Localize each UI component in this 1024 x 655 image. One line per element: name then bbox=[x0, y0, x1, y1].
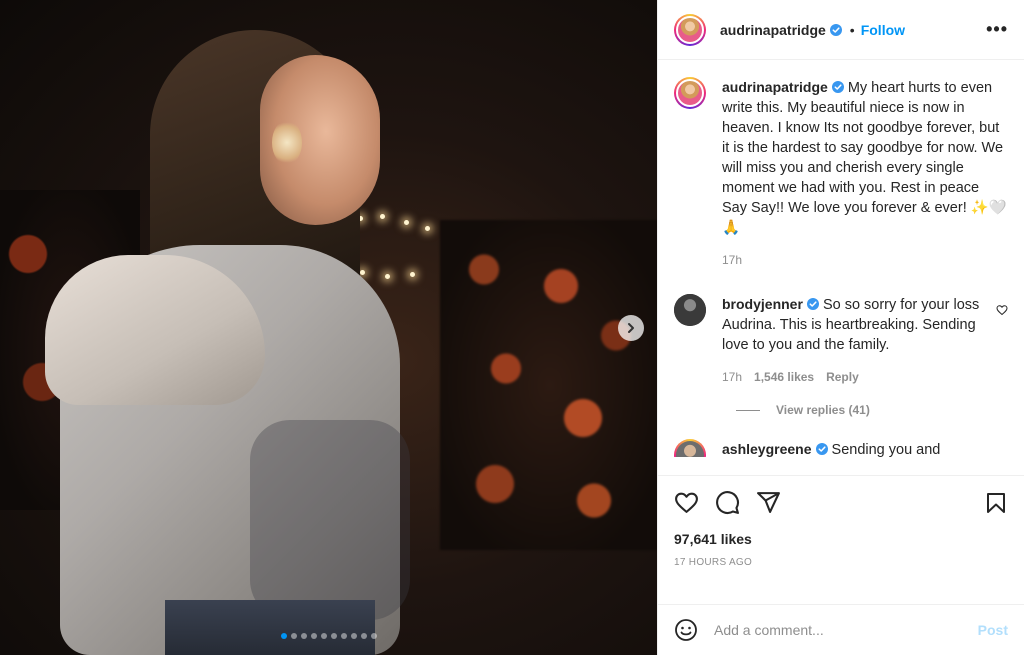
bookmark-icon bbox=[987, 492, 1005, 513]
carousel-dot bbox=[360, 633, 367, 639]
post-actions: 97,641 likes 17 HOURS AGO bbox=[658, 475, 1024, 568]
emoji-button[interactable] bbox=[674, 618, 698, 642]
carousel-dot bbox=[280, 633, 287, 639]
post-side-panel: audrinapatridge • Follow ••• audrinapatr… bbox=[657, 0, 1024, 655]
verified-badge-icon bbox=[806, 298, 819, 310]
commenter-avatar[interactable] bbox=[674, 439, 706, 457]
comment-button[interactable] bbox=[715, 490, 740, 515]
comment-item: ashleygreene Sending you and bbox=[674, 437, 1008, 457]
view-replies-label: View replies (41) bbox=[776, 403, 870, 417]
caption: audrinapatridge My heart hurts to even w… bbox=[674, 77, 1008, 270]
carousel-indicator bbox=[0, 633, 657, 639]
caption-author-avatar[interactable] bbox=[674, 77, 706, 109]
verified-badge-icon bbox=[831, 81, 844, 93]
post-header: audrinapatridge • Follow ••• bbox=[658, 0, 1024, 60]
hoodie-shadow bbox=[250, 420, 410, 620]
caption-author[interactable]: audrinapatridge bbox=[722, 79, 828, 95]
jeans bbox=[165, 600, 375, 655]
chevron-right-icon bbox=[628, 323, 634, 333]
share-button[interactable] bbox=[756, 490, 781, 515]
comment-item: brodyjenner So so sorry for your loss Au… bbox=[674, 294, 1008, 387]
comment-likes[interactable]: 1,546 likes bbox=[754, 367, 814, 387]
comments-list[interactable]: audrinapatridge My heart hurts to even w… bbox=[658, 61, 1024, 475]
follow-button[interactable]: Follow bbox=[861, 22, 905, 38]
view-replies-button[interactable]: View replies (41) bbox=[736, 403, 1008, 417]
add-comment-bar: Post bbox=[658, 604, 1024, 655]
caption-time[interactable]: 17h bbox=[722, 250, 742, 270]
comment-text: Sending you and bbox=[831, 442, 941, 457]
carousel-dot bbox=[340, 633, 347, 639]
carousel-dot bbox=[310, 633, 317, 639]
separator-dot: • bbox=[849, 21, 855, 38]
comment-time[interactable]: 17h bbox=[722, 367, 742, 387]
carousel-dot bbox=[370, 633, 377, 639]
comment-author[interactable]: ashleygreene bbox=[722, 441, 812, 457]
heart-icon bbox=[675, 492, 698, 513]
post-photo[interactable] bbox=[0, 0, 657, 655]
caption-text: My heart hurts to even write this. My be… bbox=[722, 80, 1007, 236]
likes-count[interactable]: 97,641 likes bbox=[674, 531, 1008, 547]
more-options-icon[interactable]: ••• bbox=[986, 19, 1008, 40]
carousel-next-button[interactable] bbox=[618, 315, 644, 341]
post-timestamp[interactable]: 17 HOURS AGO bbox=[674, 557, 1008, 568]
author-avatar[interactable] bbox=[674, 13, 706, 46]
like-button[interactable] bbox=[674, 490, 699, 515]
author-username[interactable]: audrinapatridge bbox=[720, 22, 826, 38]
comment-author[interactable]: brodyjenner bbox=[722, 296, 803, 312]
paper-plane-icon bbox=[757, 492, 780, 513]
comment-reply-button[interactable]: Reply bbox=[826, 367, 859, 387]
face-glitter bbox=[272, 120, 302, 165]
carousel-dot bbox=[350, 633, 357, 639]
carousel-dot bbox=[320, 633, 327, 639]
post-comment-button[interactable]: Post bbox=[978, 622, 1008, 638]
verified-badge-icon bbox=[815, 443, 828, 455]
like-comment-heart-icon[interactable] bbox=[996, 304, 1008, 316]
carousel-dot bbox=[290, 633, 297, 639]
verified-badge-icon bbox=[829, 23, 842, 36]
view-replies-line bbox=[736, 409, 760, 411]
comment-input[interactable] bbox=[714, 622, 978, 638]
save-button[interactable] bbox=[984, 491, 1008, 515]
background-flowers-right bbox=[440, 220, 657, 550]
carousel-dot bbox=[330, 633, 337, 639]
comment-bubble-icon bbox=[716, 491, 739, 514]
carousel-dot bbox=[300, 633, 307, 639]
smiley-face-icon bbox=[675, 619, 697, 641]
commenter-avatar[interactable] bbox=[674, 294, 706, 326]
